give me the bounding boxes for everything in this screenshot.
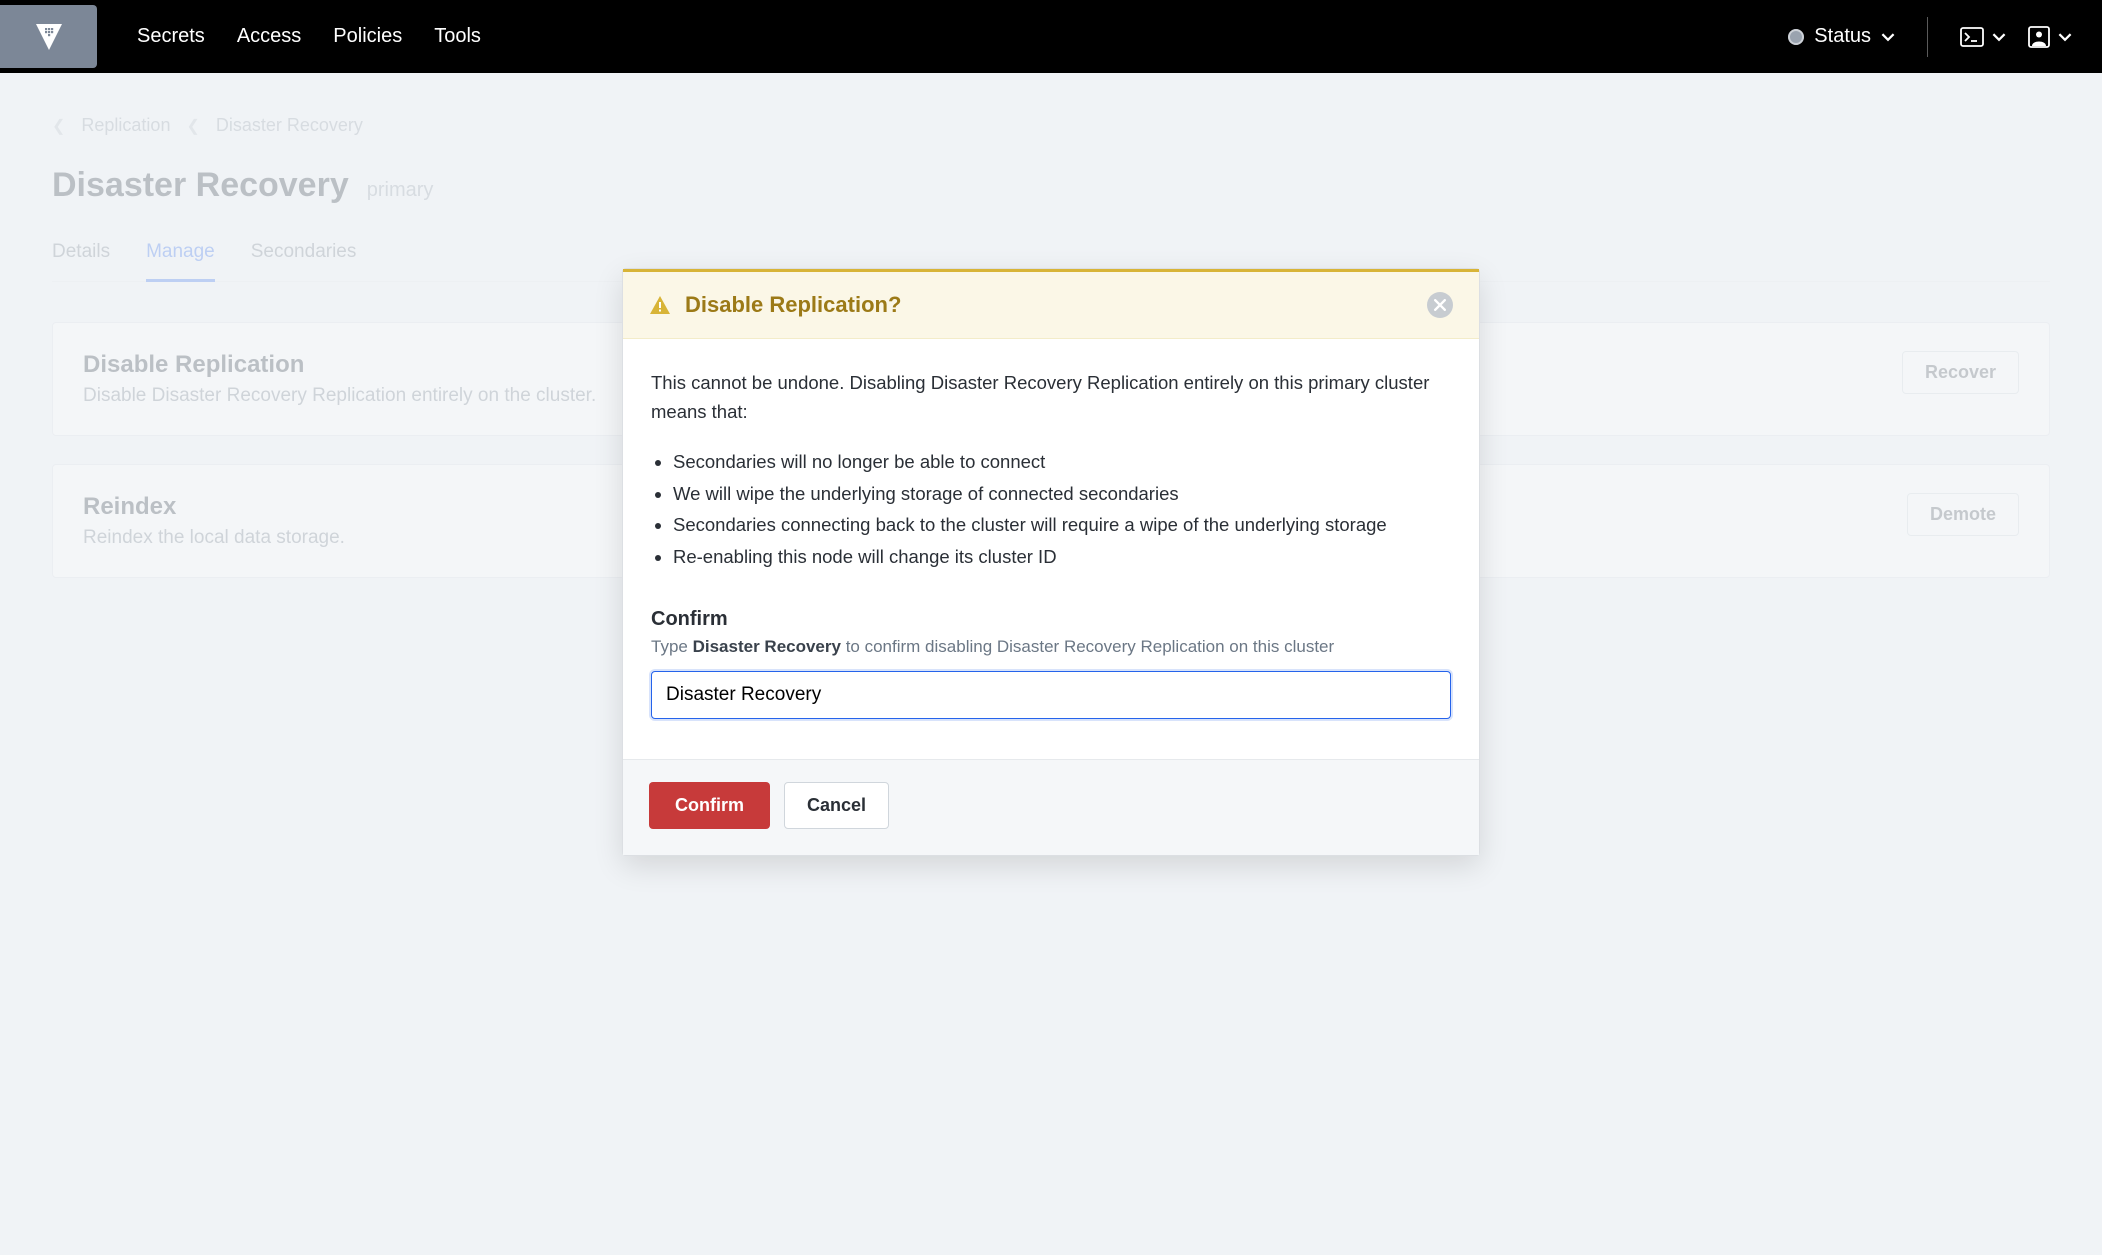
user-icon xyxy=(2028,26,2050,48)
user-dropdown[interactable] xyxy=(2028,26,2072,48)
page: ❮ Replication ❮ Disaster Recovery Disast… xyxy=(0,73,2102,620)
nav-divider xyxy=(1927,17,1928,57)
vault-logo-icon xyxy=(33,21,65,53)
confirm-input[interactable] xyxy=(651,671,1451,719)
brand-logo[interactable] xyxy=(0,5,97,68)
modal-footer: Confirm Cancel xyxy=(623,759,1479,855)
nav-link-policies[interactable]: Policies xyxy=(333,25,402,48)
close-icon xyxy=(1434,299,1446,311)
chevron-down-icon xyxy=(1992,30,2006,44)
modal-bullet: Re-enabling this node will change its cl… xyxy=(673,541,1451,572)
nav-right: Status xyxy=(1788,17,2102,57)
modal-intro-text: This cannot be undone. Disabling Disaste… xyxy=(651,369,1451,426)
modal-header: Disable Replication? xyxy=(623,269,1479,339)
modal-bullets: Secondaries will no longer be able to co… xyxy=(673,446,1451,572)
cancel-button[interactable]: Cancel xyxy=(784,782,889,829)
modal-bullet: Secondaries will no longer be able to co… xyxy=(673,446,1451,477)
warning-icon xyxy=(649,294,671,316)
modal-body: This cannot be undone. Disabling Disaste… xyxy=(623,339,1479,759)
status-indicator-icon xyxy=(1788,29,1804,45)
confirm-hint: Type Disaster Recovery to confirm disabl… xyxy=(651,637,1451,657)
modal-bullet: We will wipe the underlying storage of c… xyxy=(673,478,1451,509)
nav-links: Secrets Access Policies Tools xyxy=(137,25,481,48)
modal-title: Disable Replication? xyxy=(685,292,901,318)
confirm-hint-pre: Type xyxy=(651,637,693,656)
top-nav: Secrets Access Policies Tools Status xyxy=(0,0,2102,73)
chevron-down-icon xyxy=(1881,30,1895,44)
disable-replication-modal: Disable Replication? This cannot be undo… xyxy=(622,268,1480,856)
confirm-hint-post: to confirm disabling Disaster Recovery R… xyxy=(841,637,1334,656)
console-dropdown[interactable] xyxy=(1960,27,2006,47)
confirm-heading: Confirm xyxy=(651,608,1451,631)
terminal-icon xyxy=(1960,27,1984,47)
confirm-button[interactable]: Confirm xyxy=(649,782,770,829)
nav-link-secrets[interactable]: Secrets xyxy=(137,25,205,48)
confirm-hint-bold: Disaster Recovery xyxy=(693,637,841,656)
modal-bullet: Secondaries connecting back to the clust… xyxy=(673,509,1451,540)
status-label: Status xyxy=(1814,25,1871,48)
status-dropdown[interactable]: Status xyxy=(1788,25,1895,48)
nav-link-tools[interactable]: Tools xyxy=(434,25,481,48)
close-button[interactable] xyxy=(1427,292,1453,318)
nav-link-access[interactable]: Access xyxy=(237,25,301,48)
chevron-down-icon xyxy=(2058,30,2072,44)
